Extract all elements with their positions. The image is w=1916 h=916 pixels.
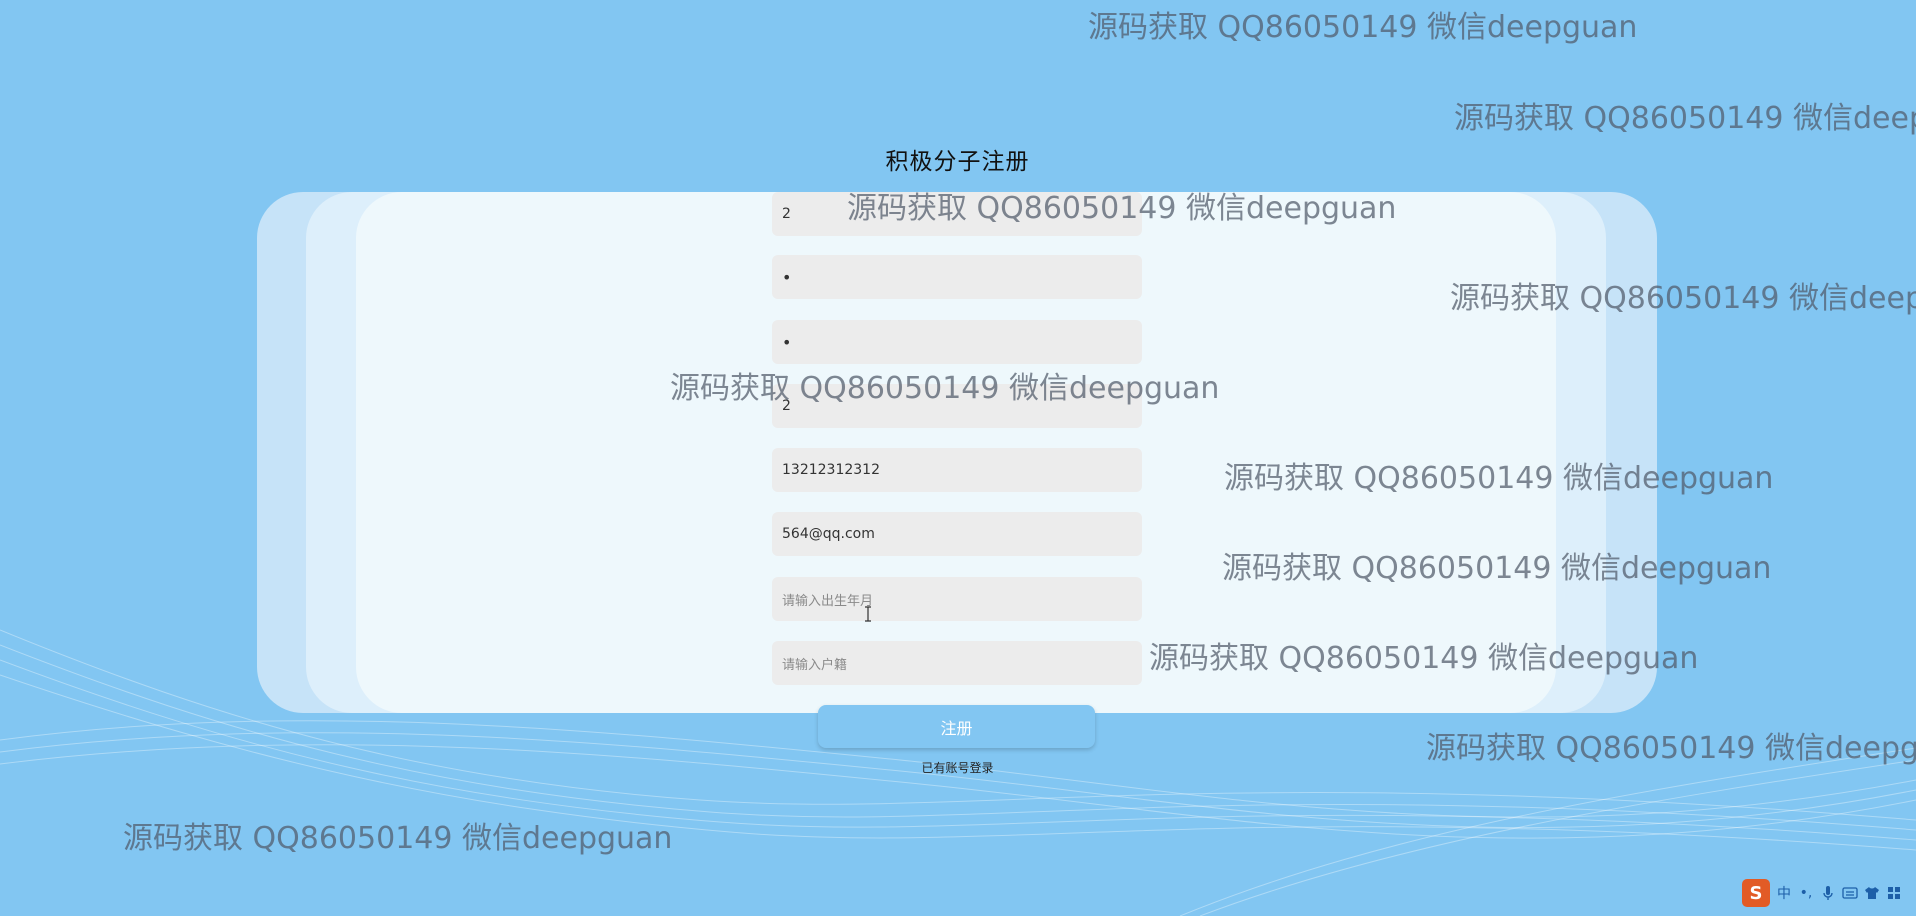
ime-toolbar: S 中 •, xyxy=(1742,878,1914,908)
grid-icon[interactable] xyxy=(1886,885,1902,901)
text-cursor-icon xyxy=(865,606,871,622)
microphone-icon[interactable] xyxy=(1820,885,1836,901)
register-button[interactable]: 注册 xyxy=(818,705,1095,748)
ime-logo-icon[interactable]: S xyxy=(1742,879,1770,907)
watermark: 源码获取 QQ86050149 微信deepguan xyxy=(670,371,1220,406)
login-link[interactable]: 已有账号登录 xyxy=(880,759,1035,776)
watermark: 源码获取 QQ86050149 微信deepguan xyxy=(1450,281,1916,316)
confirm-password-field[interactable]: • xyxy=(772,320,1142,364)
watermark: 源码获取 QQ86050149 微信deepguan xyxy=(1088,10,1638,45)
phone-field[interactable]: 13212312312 xyxy=(772,448,1142,492)
shirt-icon[interactable] xyxy=(1864,885,1880,901)
watermark: 源码获取 QQ86050149 微信deepguan xyxy=(123,821,673,856)
watermark: 源码获取 QQ86050149 微信deepguan xyxy=(1454,101,1916,136)
hometown-field[interactable]: 请输入户籍 xyxy=(772,641,1142,685)
punctuation-mode-icon[interactable]: •, xyxy=(1798,885,1814,901)
watermark: 源码获取 QQ86050149 微信deepguan xyxy=(1426,731,1916,766)
keyboard-icon[interactable] xyxy=(1842,885,1858,901)
watermark: 源码获取 QQ86050149 微信deepguan xyxy=(1224,461,1774,496)
birthdate-field[interactable]: 请输入出生年月 xyxy=(772,577,1142,621)
page-title: 积极分子注册 xyxy=(885,149,1030,175)
watermark: 源码获取 QQ86050149 微信deepguan xyxy=(847,191,1397,226)
watermark: 源码获取 QQ86050149 微信deepguan xyxy=(1149,641,1699,676)
password-field[interactable]: • xyxy=(772,255,1142,299)
watermark: 源码获取 QQ86050149 微信deepguan xyxy=(1222,551,1772,586)
ime-language-toggle[interactable]: 中 xyxy=(1776,885,1792,902)
email-field[interactable]: 564@qq.com xyxy=(772,512,1142,556)
